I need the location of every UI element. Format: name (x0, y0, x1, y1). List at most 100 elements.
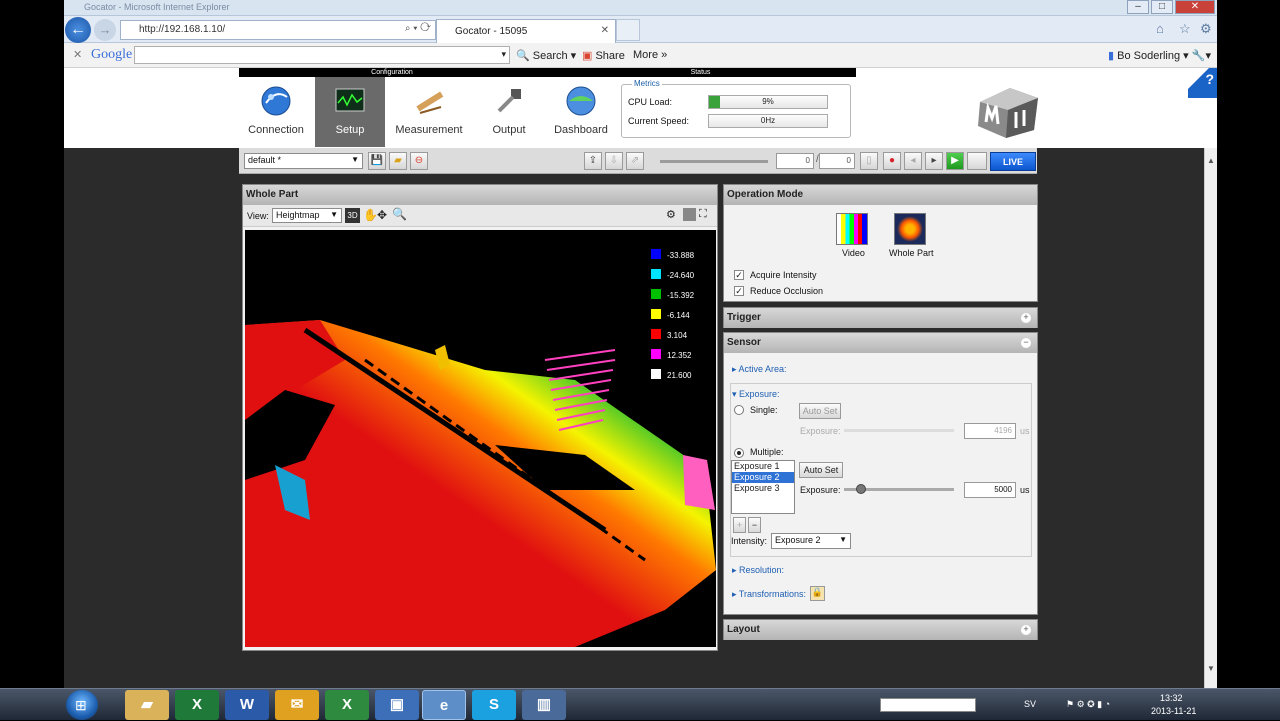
fullscreen-icon[interactable]: ⛶ (699, 208, 707, 221)
lock-icon[interactable]: 🔒 (810, 586, 825, 601)
add-exposure-button[interactable]: + (733, 517, 746, 533)
heightmap-viewport[interactable]: -33.888 -24.640 -15.392 -6.144 3.104 12.352 21… (245, 230, 716, 647)
job-select[interactable]: default * ▼ (244, 153, 363, 169)
close-button[interactable]: ✕ (1175, 0, 1215, 14)
frame-current-field[interactable]: 0 (776, 153, 814, 169)
back-icon[interactable]: ← (65, 17, 91, 43)
record-button[interactable]: ● (883, 152, 901, 170)
upload-button[interactable]: ⇪ (584, 152, 602, 170)
transformations-section[interactable]: ▸ Transformations: (732, 589, 806, 600)
nav-connection[interactable]: Connection (239, 77, 313, 147)
taskbar-excel-2[interactable]: X (325, 690, 369, 720)
exposure-section[interactable]: ▾ Exposure: (732, 389, 780, 400)
multiple-exposure-field[interactable]: 5000 (964, 482, 1016, 498)
multiple-exposure-radio[interactable] (734, 448, 744, 458)
google-search-button[interactable]: 🔍 Search ▾ (516, 49, 576, 62)
nav-output[interactable]: Output (473, 77, 545, 147)
taskbar-app[interactable]: ▥ (522, 690, 566, 720)
expand-icon[interactable]: + (1021, 313, 1031, 323)
trigger-panel[interactable]: Trigger + (723, 307, 1038, 328)
single-exposure-field[interactable]: 4196 (964, 423, 1016, 439)
favorites-icon[interactable]: ☆ (1179, 21, 1191, 37)
settings-icon[interactable]: ⚙ (666, 208, 676, 221)
taskbar-picture[interactable]: ▣ (375, 690, 419, 720)
maximize-button[interactable]: □ (1151, 0, 1173, 14)
scroll-up-icon[interactable]: ▲ (1207, 156, 1215, 165)
whole-part-mode-button[interactable] (894, 213, 926, 245)
export-button[interactable]: ⇗ (626, 152, 644, 170)
nav-measurement[interactable]: Measurement (387, 77, 471, 147)
acquire-intensity-checkbox[interactable]: ✓ (734, 270, 744, 280)
user-menu[interactable]: ▮ Bo Soderling ▾ 🔧▾ (1108, 49, 1211, 62)
tab-close-icon[interactable]: ✕ (601, 25, 609, 36)
step-back-button[interactable]: ◂ (904, 152, 922, 170)
zoom-icon[interactable]: 🔍 (392, 207, 407, 221)
taskbar-skype[interactable]: S (472, 690, 516, 720)
url-input[interactable]: http://192.168.1.10/ ⌕ ▾ ⟳ (120, 20, 436, 40)
remove-exposure-button[interactable]: − (748, 517, 761, 533)
save-job-button[interactable]: 💾 (368, 152, 386, 170)
exposure-list[interactable]: Exposure 1 Exposure 2 Exposure 3 (731, 460, 795, 514)
playback-slider[interactable] (660, 160, 768, 163)
layout-panel[interactable]: Layout + (723, 619, 1038, 640)
play-button[interactable]: ▶ (946, 152, 964, 170)
reduce-occlusion-checkbox[interactable]: ✓ (734, 286, 744, 296)
taskbar-ie[interactable]: e (422, 690, 466, 720)
nav-dashboard[interactable]: Dashboard (547, 77, 615, 147)
delete-job-button[interactable]: ⊖ (410, 152, 428, 170)
collapse-icon[interactable]: − (1021, 338, 1031, 348)
forward-icon[interactable]: → (94, 19, 116, 41)
rotate-icon[interactable]: ✥ (377, 208, 387, 222)
start-button[interactable]: ⊞ (66, 690, 98, 720)
new-tab-button[interactable] (616, 19, 640, 41)
stop-button[interactable] (967, 152, 987, 170)
trash-icon: ▯ (866, 155, 872, 166)
reset-view-icon[interactable] (683, 208, 696, 221)
tools-icon[interactable]: ⚙ (1200, 21, 1212, 37)
open-job-button[interactable]: ▰ (389, 152, 407, 170)
taskbar-word[interactable]: W (225, 690, 269, 720)
step-forward-button[interactable]: ▸ (925, 152, 943, 170)
resolution-section[interactable]: ▸ Resolution: (732, 565, 784, 576)
list-item[interactable]: Exposure 1 (732, 461, 794, 472)
taskbar-search-input[interactable] (880, 698, 976, 712)
slider-knob[interactable] (856, 484, 866, 494)
taskbar-outlook[interactable]: ✉ (275, 690, 319, 720)
expand-icon[interactable]: + (1021, 625, 1031, 635)
google-search-input[interactable]: ▾ (134, 46, 510, 64)
taskbar-excel[interactable]: X (175, 690, 219, 720)
video-mode-button[interactable] (836, 213, 868, 245)
single-auto-set-button[interactable]: Auto Set (799, 403, 841, 419)
language-indicator[interactable]: SV (1024, 699, 1036, 709)
clear-button[interactable]: ▯ (860, 152, 878, 170)
help-button[interactable]: ? (1188, 68, 1217, 98)
live-button[interactable]: LIVE (990, 152, 1036, 171)
more-button[interactable]: More » (633, 49, 667, 61)
download-icon: ⇩ (609, 155, 619, 166)
skype-icon: S (488, 696, 499, 713)
active-area-section[interactable]: ▸ Active Area: (732, 364, 787, 375)
tab-gocator[interactable]: Gocator - 15095 ✕ (436, 19, 616, 43)
taskbar-explorer[interactable]: ▰ (125, 690, 169, 720)
home-icon[interactable]: ⌂ (1156, 21, 1164, 36)
tray-icons[interactable]: ⚑ ⚙ ✪ ▮ ◔ (1066, 699, 1110, 710)
list-item[interactable]: Exposure 2 (732, 472, 794, 483)
page-scrollbar[interactable]: ▲ ▼ (1204, 148, 1217, 688)
trigger-title: Trigger (724, 308, 1037, 328)
refresh-icon[interactable]: ⌕ ▾ ⟳ (405, 23, 431, 34)
single-exposure-radio[interactable] (734, 405, 744, 415)
view-select[interactable]: Heightmap ▼ (272, 208, 342, 223)
minimize-button[interactable]: – (1127, 0, 1149, 14)
download-button[interactable]: ⇩ (605, 152, 623, 170)
single-exposure-slider[interactable] (844, 429, 954, 432)
multiple-auto-set-button[interactable]: Auto Set (799, 462, 843, 478)
list-item[interactable]: Exposure 3 (732, 483, 794, 494)
folder-icon: ▰ (141, 696, 153, 713)
pan-icon[interactable]: ✋ (363, 208, 378, 222)
toolbar-close-icon[interactable]: ✕ (73, 48, 82, 61)
intensity-select[interactable]: Exposure 2 ▼ (771, 533, 851, 549)
nav-setup[interactable]: Setup (315, 77, 385, 147)
share-button[interactable]: ▣ Share (582, 49, 625, 62)
3d-toggle-button[interactable]: 3D (345, 208, 360, 223)
scroll-down-icon[interactable]: ▼ (1207, 664, 1215, 673)
